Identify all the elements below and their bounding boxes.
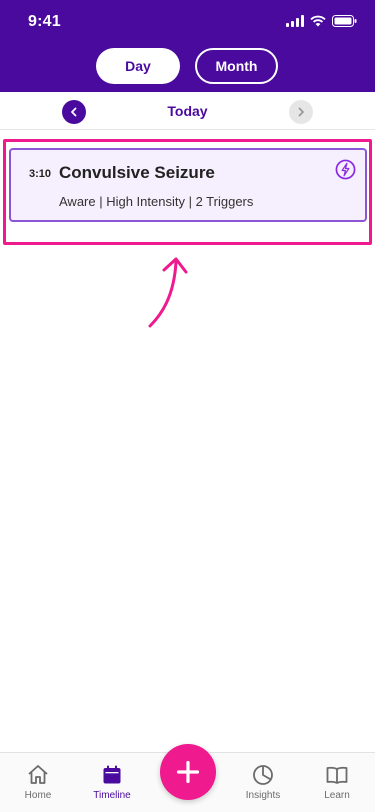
status-icons: [286, 15, 357, 27]
annotation-arrow: [148, 257, 188, 328]
tab-home[interactable]: Home: [8, 753, 68, 812]
day-toggle-button[interactable]: Day: [96, 48, 180, 84]
next-day-button[interactable]: [289, 100, 313, 124]
status-time: 9:41: [28, 13, 61, 30]
app-header: 9:41 Day Month: [0, 0, 375, 92]
signal-icon: [286, 15, 304, 27]
event-time: 3:10: [29, 168, 52, 180]
battery-icon: [332, 15, 357, 27]
tab-learn-label: Learn: [324, 790, 350, 801]
status-bar: 9:41: [0, 0, 375, 44]
event-details: Aware | High Intensity | 2 Triggers: [59, 194, 254, 209]
event-title: Convulsive Seizure: [59, 163, 215, 182]
month-toggle-button[interactable]: Month: [195, 48, 278, 84]
tab-home-label: Home: [24, 790, 52, 801]
home-icon: [28, 765, 48, 784]
tab-insights-label: Insights: [245, 790, 281, 801]
date-label: Today: [167, 103, 208, 119]
tab-timeline-label: Timeline: [93, 790, 131, 801]
date-navigator: Today: [0, 92, 375, 130]
book-icon: [326, 766, 348, 784]
tab-timeline[interactable]: Timeline: [82, 753, 142, 812]
pie-chart-icon: [253, 765, 273, 785]
wifi-icon: [310, 15, 326, 27]
add-event-button[interactable]: [160, 744, 216, 800]
tab-learn[interactable]: Learn: [307, 753, 367, 812]
lightning-icon: [335, 159, 356, 180]
tab-insights[interactable]: Insights: [233, 753, 293, 812]
chevron-right-icon: [298, 107, 304, 117]
plus-icon: [176, 760, 200, 784]
calendar-icon: [103, 765, 121, 784]
view-toggle: Day Month: [0, 48, 375, 84]
seizure-event-card[interactable]: 3:10 Convulsive Seizure Aware | High Int…: [9, 148, 367, 222]
